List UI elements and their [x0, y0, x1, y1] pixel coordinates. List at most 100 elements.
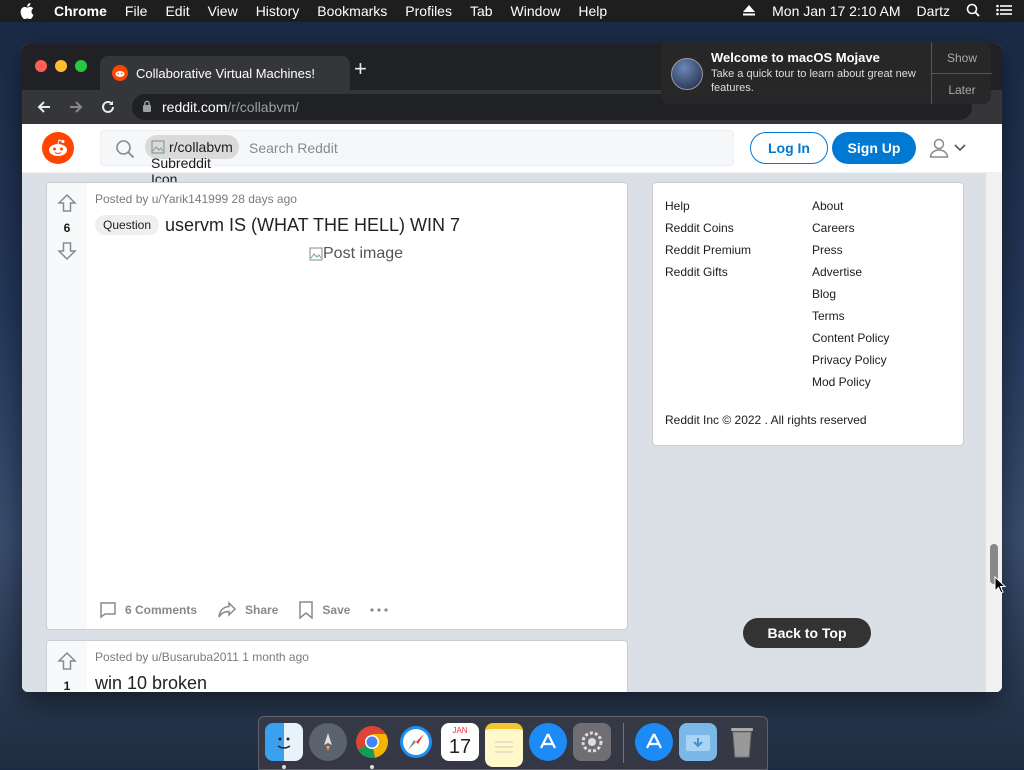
mouse-cursor-icon — [994, 575, 1007, 599]
menu-bookmarks[interactable]: Bookmarks — [317, 3, 387, 19]
menubar-clock[interactable]: Mon Jan 17 2:10 AM — [772, 3, 900, 19]
more-options-icon[interactable] — [370, 608, 396, 612]
app-store-download-icon[interactable] — [635, 723, 673, 761]
notification-center-icon[interactable] — [996, 3, 1012, 19]
reddit-page: r/collabvm Subreddit Icon Search Reddit … — [22, 124, 1002, 692]
footer-links-right: About Careers Press Advertise Blog Terms… — [812, 195, 889, 393]
menu-profiles[interactable]: Profiles — [405, 3, 452, 19]
footer-link-about[interactable]: About — [812, 195, 889, 217]
footer-link-reddit-coins[interactable]: Reddit Coins — [665, 217, 751, 239]
notes-icon[interactable] — [485, 723, 523, 767]
launchpad-icon[interactable] — [309, 723, 347, 761]
notification-later-button[interactable]: Later — [932, 74, 992, 105]
back-arrow-icon[interactable] — [34, 97, 54, 117]
footer-link-advertise[interactable]: Advertise — [812, 261, 889, 283]
menu-edit[interactable]: Edit — [165, 3, 189, 19]
post-image[interactable]: Post image — [309, 245, 403, 263]
browser-window: Collaborative Virtual Machines! + reddit… — [22, 44, 1002, 692]
footer-link-reddit-gifts[interactable]: Reddit Gifts — [665, 261, 751, 283]
comments-button[interactable]: 6 Comments — [99, 601, 197, 619]
footer-links-left: Help Reddit Coins Reddit Premium Reddit … — [665, 195, 751, 283]
new-tab-plus-icon[interactable]: + — [354, 58, 367, 80]
tab-title: Collaborative Virtual Machines! — [136, 65, 315, 81]
post-actions: 6 Comments Share Save — [99, 601, 416, 619]
vote-count: 1 — [63, 679, 71, 692]
footer-link-content-policy[interactable]: Content Policy — [812, 327, 889, 349]
menu-history[interactable]: History — [256, 3, 300, 19]
footer-link-blog[interactable]: Blog — [812, 283, 889, 305]
mojave-icon — [671, 58, 703, 90]
menu-view[interactable]: View — [208, 3, 238, 19]
save-button[interactable]: Save — [298, 601, 350, 619]
bookmark-icon — [299, 601, 314, 619]
menu-app-name[interactable]: Chrome — [54, 3, 107, 19]
share-label: Share — [245, 603, 279, 617]
search-input[interactable]: Search Reddit — [249, 140, 338, 156]
eject-icon[interactable] — [742, 3, 756, 19]
minimize-window-button[interactable] — [55, 60, 67, 72]
notification-actions: Show Later — [931, 42, 992, 104]
close-window-button[interactable] — [35, 60, 47, 72]
broken-image-icon — [309, 247, 323, 261]
footer-link-help[interactable]: Help — [665, 195, 751, 217]
finder-icon[interactable] — [265, 723, 303, 761]
system-preferences-icon[interactable] — [573, 723, 611, 761]
footer-link-careers[interactable]: Careers — [812, 217, 889, 239]
footer-links-card: Help Reddit Coins Reddit Premium Reddit … — [652, 182, 964, 446]
page-scrollbar[interactable] — [986, 172, 1002, 692]
notification-body: Take a quick tour to learn about great n… — [711, 68, 916, 94]
footer-link-reddit-premium[interactable]: Reddit Premium — [665, 239, 751, 261]
notification-title: Welcome to macOS Mojave — [711, 50, 880, 65]
chrome-icon[interactable] — [353, 723, 391, 761]
zoom-window-button[interactable] — [75, 60, 87, 72]
reload-icon[interactable] — [98, 97, 118, 117]
apple-icon[interactable] — [20, 3, 36, 19]
spotlight-search-icon[interactable] — [966, 3, 980, 20]
user-menu-button[interactable] — [928, 136, 968, 160]
footer-link-privacy-policy[interactable]: Privacy Policy — [812, 349, 889, 371]
post-title[interactable]: win 10 broken — [95, 673, 207, 692]
calendar-icon[interactable]: JAN 17 — [441, 723, 479, 761]
log-in-button[interactable]: Log In — [750, 132, 828, 164]
upvote-arrow-icon[interactable] — [57, 193, 77, 213]
footer-link-terms[interactable]: Terms — [812, 305, 889, 327]
share-button[interactable]: Share — [217, 601, 278, 619]
comments-label: 6 Comments — [125, 603, 198, 617]
trash-icon[interactable] — [723, 723, 761, 761]
post-flair[interactable]: Question — [95, 215, 160, 235]
upvote-arrow-icon[interactable] — [57, 651, 77, 671]
footer-link-mod-policy[interactable]: Mod Policy — [812, 371, 889, 393]
macos-notification[interactable]: Welcome to macOS Mojave Take a quick tou… — [661, 42, 992, 104]
post-card[interactable]: 1 Posted by u/Busaruba2011 1 month ago w… — [46, 640, 628, 692]
menu-window[interactable]: Window — [511, 3, 561, 19]
url-host: reddit.com — [162, 99, 228, 115]
menu-file[interactable]: File — [125, 3, 148, 19]
reddit-logo-icon[interactable] — [42, 132, 74, 164]
vote-count: 6 — [63, 221, 71, 235]
menubar-user[interactable]: Dartz — [917, 3, 950, 19]
safari-icon[interactable] — [397, 723, 435, 761]
back-to-top-button[interactable]: Back to Top — [743, 618, 871, 648]
menu-help[interactable]: Help — [578, 3, 607, 19]
forward-arrow-icon[interactable] — [66, 97, 86, 117]
menu-tab[interactable]: Tab — [470, 3, 493, 19]
app-store-icon[interactable] — [529, 723, 567, 761]
search-box[interactable]: r/collabvm Subreddit Icon Search Reddit — [100, 130, 734, 187]
post-title[interactable]: uservm IS (WHAT THE HELL) WIN 7 — [165, 215, 460, 236]
reddit-header: r/collabvm Subreddit Icon Search Reddit … — [22, 124, 1002, 187]
reddit-favicon-icon — [112, 65, 128, 81]
downloads-folder-icon[interactable] — [679, 723, 717, 761]
menu-bar: Chrome File Edit View History Bookmarks … — [0, 0, 1024, 22]
footer-link-press[interactable]: Press — [812, 239, 889, 261]
subreddit-chip-label: r/collabvm — [169, 139, 233, 155]
share-icon — [218, 601, 237, 618]
post-meta[interactable]: Posted by u/Busaruba2011 1 month ago — [95, 650, 309, 664]
post-card[interactable]: 6 Posted by u/Yarik141999 28 days ago Qu… — [46, 182, 628, 630]
notification-show-button[interactable]: Show — [932, 42, 992, 74]
lock-icon[interactable] — [142, 99, 152, 115]
browser-tab[interactable]: Collaborative Virtual Machines! — [100, 56, 350, 90]
broken-image-icon — [151, 140, 165, 154]
downvote-arrow-icon[interactable] — [57, 241, 77, 261]
sign-up-button[interactable]: Sign Up — [832, 132, 916, 164]
post-meta[interactable]: Posted by u/Yarik141999 28 days ago — [95, 192, 297, 206]
